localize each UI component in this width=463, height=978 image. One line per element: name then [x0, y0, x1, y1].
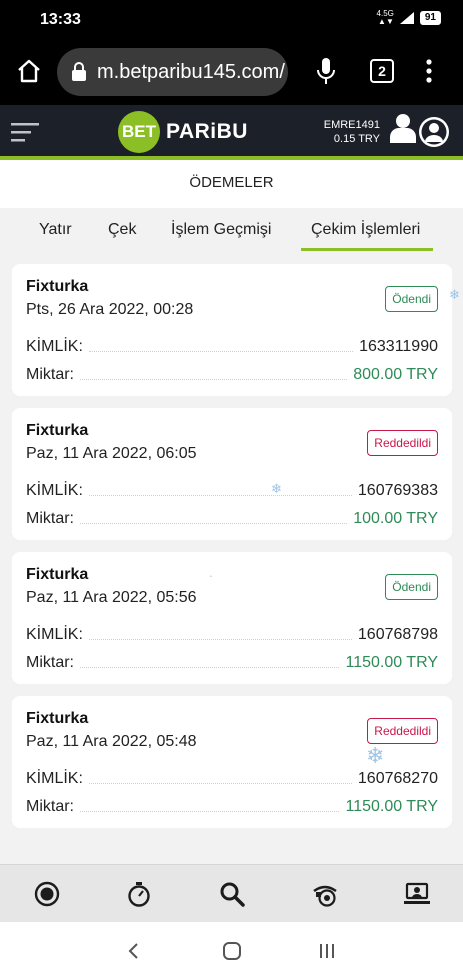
url-text: m.betparibu145.com/	[97, 60, 285, 83]
tab-deposit[interactable]: Yatır	[39, 221, 72, 239]
withdrawal-id: 160768798	[357, 626, 438, 643]
site-logo[interactable]: BET PARiBU	[118, 111, 248, 153]
back-icon[interactable]	[124, 941, 144, 961]
status-badge: Ödendi	[385, 286, 438, 312]
snowflake-icon: ❄	[271, 481, 282, 496]
battery-icon: 91	[419, 11, 441, 25]
logo-bet-badge: BET	[118, 111, 160, 153]
snowflake-icon: ❄	[449, 287, 460, 302]
page-title-bar: ÖDEMELER	[0, 160, 463, 208]
home-button-icon[interactable]	[222, 941, 242, 961]
withdrawal-date: Paz, 11 Ara 2022, 05:56	[26, 589, 197, 606]
page-title: ÖDEMELER	[189, 174, 274, 191]
withdrawal-id-row: KİMLİK: 160768798	[26, 622, 438, 644]
withdrawal-card: Fixturka Paz, 11 Ara 2022, 05:56 Ödendi …	[12, 552, 452, 684]
id-label: KİMLİK:	[26, 770, 83, 787]
withdrawal-amount: 800.00 TRY	[353, 366, 438, 383]
withdrawal-amount-row: Miktar: 800.00 TRY	[26, 362, 438, 384]
dotted-divider	[80, 811, 340, 812]
balance: 0.15 TRY	[333, 133, 380, 145]
microphone-icon[interactable]	[315, 57, 337, 85]
withdrawal-id: 160768270	[357, 770, 438, 787]
status-badge: Reddedildi	[367, 430, 438, 456]
withdrawal-amount-row: Miktar: 1150.00 TRY	[26, 794, 438, 816]
tab-withdrawal-transactions[interactable]: Çekim İşlemleri	[311, 221, 420, 239]
user-icon[interactable]	[390, 113, 416, 143]
dotted-divider	[88, 495, 352, 496]
withdrawal-card: Fixturka Paz, 11 Ara 2022, 05:48 Reddedi…	[12, 696, 452, 828]
id-label: KİMLİK:	[26, 482, 83, 499]
browser-toolbar: m.betparibu145.com/ 2	[0, 40, 463, 105]
withdrawal-id-row: KİMLİK: 160769383	[26, 478, 438, 500]
withdrawal-provider: Fixturka	[26, 278, 89, 295]
withdrawal-id: 160769383	[357, 482, 438, 499]
withdrawal-id: 163311990	[359, 338, 438, 355]
network-indicator: 4.5G ▲▼	[377, 10, 394, 26]
withdrawal-amount: 100.00 TRY	[353, 510, 438, 527]
active-tab-indicator	[301, 248, 433, 251]
search-icon[interactable]	[219, 881, 245, 907]
id-label: KİMLİK:	[26, 338, 83, 355]
status-bar: 13:33 4.5G ▲▼ 91	[0, 0, 463, 40]
casino-chip-icon[interactable]	[312, 881, 338, 907]
more-menu-icon[interactable]	[425, 58, 433, 84]
logo-text: PARiBU	[166, 120, 248, 143]
dotted-divider	[80, 667, 340, 668]
withdrawal-id-row: KİMLİK: 160768270	[26, 766, 438, 788]
dotted-divider	[88, 639, 352, 640]
account-circle-icon[interactable]	[418, 116, 450, 148]
network-activity: ▲▼	[378, 17, 394, 26]
signal-icon	[399, 12, 414, 24]
address-bar[interactable]: m.betparibu145.com/	[57, 48, 288, 96]
snowflake-icon: ❄	[366, 743, 385, 768]
withdrawal-amount-row: Miktar: 1150.00 TRY	[26, 650, 438, 672]
tab-switcher-button[interactable]: 2	[370, 59, 394, 83]
withdrawal-card: Fixturka Pts, 26 Ara 2022, 00:28 Ödendi …	[12, 264, 452, 396]
tab-withdraw[interactable]: Çek	[108, 221, 136, 239]
stopwatch-icon[interactable]	[126, 881, 152, 907]
live-icon[interactable]	[34, 881, 60, 907]
payments-tabs: Yatır Çek İşlem Geçmişi Çekim İşlemleri	[0, 208, 463, 252]
withdrawal-date: Pts, 26 Ara 2022, 00:28	[26, 301, 194, 318]
dotted-divider	[88, 351, 354, 352]
bottom-navigation	[0, 864, 463, 922]
withdrawal-amount: 1150.00 TRY	[345, 654, 438, 671]
status-badge: Reddedildi	[367, 718, 438, 744]
withdrawal-date: Paz, 11 Ara 2022, 05:48	[26, 733, 197, 750]
withdrawal-date: Paz, 11 Ara 2022, 06:05	[26, 445, 197, 462]
snowflake-icon: •	[210, 574, 212, 580]
withdrawal-provider: Fixturka	[26, 422, 89, 439]
withdrawal-provider: Fixturka	[26, 710, 89, 727]
user-info[interactable]: EMRE1491 0.15 TRY	[324, 118, 380, 146]
amount-label: Miktar:	[26, 654, 74, 671]
tab-transaction-history[interactable]: İşlem Geçmişi	[171, 221, 271, 239]
status-indicators: 4.5G ▲▼ 91	[377, 10, 441, 26]
recent-apps-icon[interactable]	[317, 941, 337, 961]
amount-label: Miktar:	[26, 798, 74, 815]
live-casino-icon[interactable]	[404, 881, 430, 907]
withdrawal-provider: Fixturka	[26, 566, 89, 583]
hamburger-menu-icon[interactable]	[11, 121, 39, 143]
withdrawal-card: Fixturka Paz, 11 Ara 2022, 06:05 Reddedi…	[12, 408, 452, 540]
lock-icon	[72, 62, 86, 81]
dotted-divider	[88, 783, 352, 784]
dotted-divider	[80, 379, 348, 380]
withdrawal-amount-row: Miktar: 100.00 TRY	[26, 506, 438, 528]
system-navigation	[0, 922, 463, 978]
username: EMRE1491	[323, 119, 380, 131]
id-label: KİMLİK:	[26, 626, 83, 643]
amount-label: Miktar:	[26, 510, 74, 527]
dotted-divider	[80, 523, 348, 524]
home-icon[interactable]	[16, 58, 42, 84]
status-time: 13:33	[40, 11, 81, 28]
status-badge: Ödendi	[385, 574, 438, 600]
withdrawal-id-row: KİMLİK: 163311990	[26, 334, 438, 356]
amount-label: Miktar:	[26, 366, 74, 383]
withdrawal-amount: 1150.00 TRY	[345, 798, 438, 815]
